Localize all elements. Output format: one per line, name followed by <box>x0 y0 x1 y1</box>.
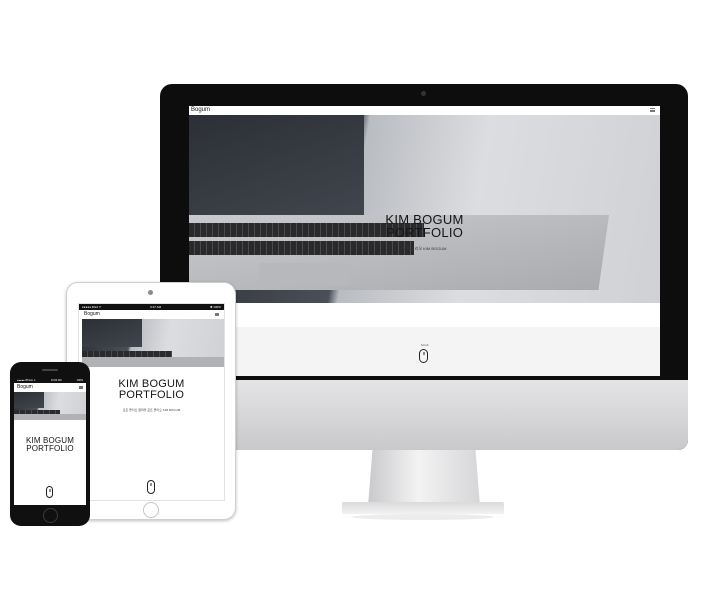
iphone-screen: ●●●●● iPhone ✦ 10:00 AM 100% Bogum KIM B… <box>14 378 86 505</box>
ipad-hero-subtitle: 포트 폴리오 웹퍼블 포트 폴리오 KIM BOGUM <box>122 408 181 412</box>
ipad-status-left: ●●●●● iPad ✦ <box>82 305 102 309</box>
iphone-status-bar: ●●●●● iPhone ✦ 10:00 AM 100% <box>14 378 86 383</box>
hamburger-menu-icon[interactable] <box>650 108 655 112</box>
imac-device: Bogum KIM BOGUM PORTFOLIO 포트 폴리오 KIM BOG… <box>160 84 688 450</box>
imac-stand-shadow <box>352 514 494 520</box>
ipad-status-right: ✱ 100% <box>209 305 221 309</box>
ipad-status-time: 9:27 AM <box>150 305 162 309</box>
ipad-laptop-base-image <box>82 357 224 367</box>
scroll-section: Scroll <box>189 327 660 376</box>
iphone-status-right: 100% <box>76 379 83 382</box>
iphone-hero-title: KIM BOGUM PORTFOLIO <box>14 437 86 453</box>
hero-title-line2: PORTFOLIO <box>385 225 464 240</box>
ipad-hero-title: KIM BOGUM PORTFOLIO <box>79 379 224 401</box>
ipad-site-logo[interactable]: Bogum <box>84 311 100 317</box>
iphone-hero-title-line2: PORTFOLIO <box>26 444 74 453</box>
ipad-screen: ●●●●● iPad ✦ 9:27 AM ✱ 100% Bogum KIM BO… <box>78 303 225 501</box>
site-logo[interactable]: Bogum <box>191 106 210 114</box>
iphone-hero-image <box>14 392 86 420</box>
iphone-laptop-screen-image <box>14 392 44 408</box>
iphone-status-left: ●●●●● iPhone ✦ <box>17 379 36 382</box>
imac-stand <box>368 450 480 506</box>
ipad-laptop-screen-image <box>82 319 142 347</box>
ipad-scroll-mouse-icon[interactable] <box>147 480 155 494</box>
imac-screen: Bogum KIM BOGUM PORTFOLIO 포트 폴리오 KIM BOG… <box>189 106 660 376</box>
ipad-status-bar: ●●●●● iPad ✦ 9:27 AM ✱ 100% <box>79 304 224 310</box>
ipad-home-button[interactable] <box>143 502 159 518</box>
hero-subtitle: 포트 폴리오 KIM BOGUM <box>402 246 447 251</box>
iphone-site-logo[interactable]: Bogum <box>17 384 33 390</box>
iphone-speaker <box>42 369 58 371</box>
iphone-status-time: 10:00 AM <box>50 379 62 382</box>
iphone-scroll-mouse-icon[interactable] <box>46 486 53 498</box>
laptop-trackpad-image <box>259 263 349 285</box>
ipad-hero-title-line2: PORTFOLIO <box>118 389 185 401</box>
scroll-mouse-icon[interactable] <box>419 349 428 363</box>
imac-chin <box>160 380 688 450</box>
ipad-hero-image <box>82 319 224 367</box>
scroll-label: Scroll <box>420 343 429 347</box>
ipad-camera <box>148 290 153 295</box>
hero-section: KIM BOGUM PORTFOLIO 포트 폴리오 KIM BOGUM <box>189 115 660 303</box>
iphone-laptop-base-image <box>14 414 86 420</box>
ipad-hamburger-menu-icon[interactable] <box>215 313 219 316</box>
iphone-device: ●●●●● iPhone ✦ 10:00 AM 100% Bogum KIM B… <box>10 362 90 526</box>
iphone-home-button[interactable] <box>43 508 58 523</box>
imac-stand-foot <box>342 502 504 514</box>
iphone-hamburger-menu-icon[interactable] <box>79 386 83 389</box>
site-header: Bogum <box>189 106 660 114</box>
ipad-device: ●●●●● iPad ✦ 9:27 AM ✱ 100% Bogum KIM BO… <box>66 282 236 520</box>
laptop-screen-image <box>189 115 364 215</box>
imac-camera <box>421 91 426 96</box>
hero-title: KIM BOGUM PORTFOLIO <box>189 213 660 239</box>
